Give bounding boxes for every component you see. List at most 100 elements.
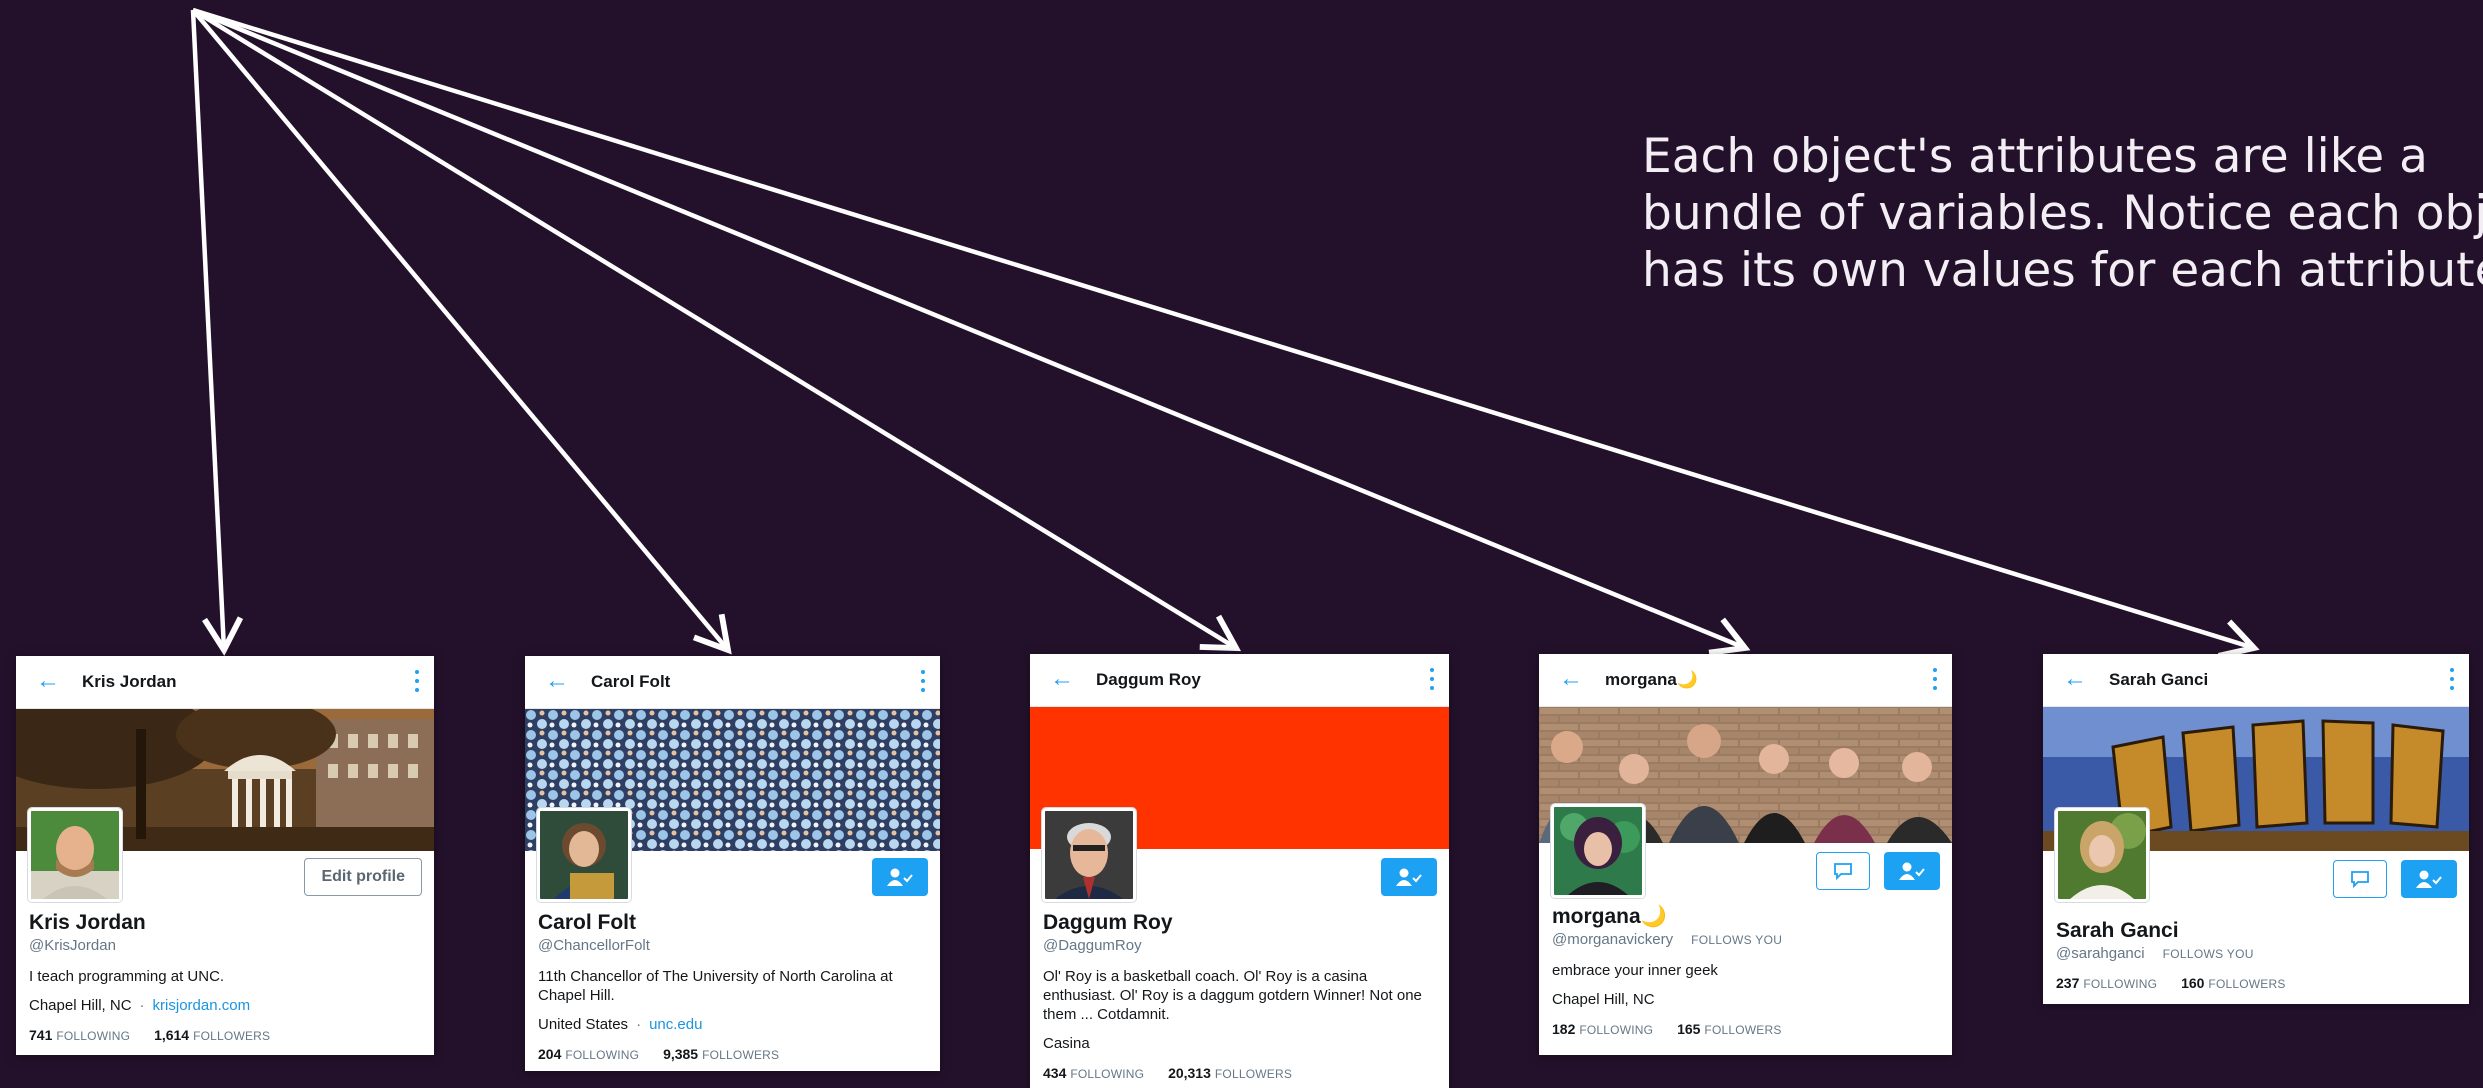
followers-count[interactable]: 20,313 <box>1168 1065 1211 1081</box>
back-arrow-icon[interactable]: ← <box>2063 665 2087 693</box>
topbar-name: morgana🌙 <box>1605 670 1698 689</box>
topbar-name: Daggum Roy <box>1096 670 1201 689</box>
profile-location: Chapel Hill, NC <box>1552 991 1655 1008</box>
following-count[interactable]: 237 <box>2056 975 2079 991</box>
profile-stats: 204 FOLLOWING 9,385 FOLLOWERS <box>538 1046 928 1062</box>
topbar-name: Kris Jordan <box>82 672 177 691</box>
profile-name: Sarah Ganci <box>2056 919 2179 942</box>
follows-you-badge: FOLLOWS YOU <box>1691 933 1783 947</box>
profile-link[interactable]: krisjordan.com <box>153 997 251 1014</box>
more-vertical-icon[interactable] <box>1429 666 1435 692</box>
avatar[interactable] <box>28 808 122 902</box>
profile-stats: 182 FOLLOWING 165 FOLLOWERS <box>1552 1021 1940 1037</box>
profile-handle: @KrisJordan <box>29 937 116 954</box>
back-arrow-icon[interactable]: ← <box>1559 665 1583 693</box>
more-vertical-icon[interactable] <box>2449 666 2455 692</box>
profile-topbar: ← Sarah Ganci <box>2043 654 2469 707</box>
followers-count[interactable]: 160 <box>2181 975 2204 991</box>
arrow-to-sarah-ganci <box>192 7 2260 659</box>
back-arrow-icon[interactable]: ← <box>545 667 569 695</box>
follows-you-badge: FOLLOWS YOU <box>2162 947 2254 961</box>
profile-bio: 11th Chancellor of The University of Nor… <box>538 968 893 1004</box>
profile-card-daggum-roy: ← Daggum Roy Daggum Roy @DaggumRoy Ol' R… <box>1030 654 1449 1088</box>
following-label: FOLLOWING <box>2083 977 2158 991</box>
profile-location: Chapel Hill, NC <box>29 997 132 1014</box>
followers-label: FOLLOWERS <box>2208 977 2286 991</box>
profile-bio: embrace your inner geek <box>1552 962 1718 979</box>
profile-name: morgana🌙 <box>1552 905 1667 928</box>
profile-stats: 741 FOLLOWING 1,614 FOLLOWERS <box>29 1027 422 1043</box>
following-user-icon <box>887 868 913 886</box>
following-count[interactable]: 741 <box>29 1027 52 1043</box>
following-count[interactable]: 434 <box>1043 1065 1066 1081</box>
topbar-name: Sarah Ganci <box>2109 670 2209 689</box>
following-button[interactable] <box>2401 860 2457 898</box>
following-label: FOLLOWING <box>565 1048 640 1062</box>
arrow-to-kris-jordan <box>190 9 244 656</box>
following-label: FOLLOWING <box>1070 1067 1145 1081</box>
profile-name: Daggum Roy <box>1043 911 1173 934</box>
profile-stats: 237 FOLLOWING 160 FOLLOWERS <box>2056 975 2457 991</box>
followers-count[interactable]: 9,385 <box>663 1046 698 1062</box>
profile-handle: @ChancellorFolt <box>538 937 650 954</box>
message-button[interactable] <box>2333 860 2387 898</box>
location-row: Chapel Hill, NC · krisjordan.com <box>29 997 251 1014</box>
following-count[interactable]: 204 <box>538 1046 561 1062</box>
profile-stats: 434 FOLLOWING 20,313 FOLLOWERS <box>1043 1065 1437 1081</box>
profile-name: Carol Folt <box>538 911 636 934</box>
profile-topbar: ← Kris Jordan <box>16 656 434 709</box>
following-label: FOLLOWING <box>56 1029 131 1043</box>
caption-text: Each object's attributes are like a bund… <box>1642 128 2483 299</box>
profile-topbar: ← Daggum Roy <box>1030 654 1449 707</box>
location-row: United States · unc.edu <box>538 1016 703 1033</box>
back-arrow-icon[interactable]: ← <box>36 667 60 695</box>
followers-count[interactable]: 165 <box>1677 1021 1700 1037</box>
edit-profile-button[interactable]: Edit profile <box>304 858 422 896</box>
profile-topbar: ← Carol Folt <box>525 656 940 709</box>
arrow-to-daggum-roy <box>191 8 1242 652</box>
following-user-icon <box>1899 862 1925 880</box>
profile-handle: @morganavickery <box>1552 931 1674 948</box>
profile-card-sarah-ganci: ← Sarah Ganci Sarah Ganci @sarahganci FO… <box>2043 654 2469 1004</box>
following-button[interactable] <box>1884 852 1940 890</box>
profile-card-kris-jordan: ← Kris Jordan Edit profile Kris Jordan @… <box>16 656 434 1055</box>
followers-label: FOLLOWERS <box>702 1048 780 1062</box>
following-button[interactable] <box>1381 858 1437 896</box>
profile-location: United States <box>538 1016 629 1033</box>
location-row: Casina <box>1043 1034 1437 1053</box>
arrow-to-carol-folt <box>191 8 732 655</box>
avatar[interactable] <box>1551 804 1645 898</box>
profile-link[interactable]: unc.edu <box>649 1016 702 1033</box>
following-button[interactable] <box>872 858 928 896</box>
caption-line: bundle of variables. Notice each object <box>1642 186 2483 241</box>
followers-count[interactable]: 1,614 <box>154 1027 189 1043</box>
profile-card-carol-folt: ← Carol Folt Carol Folt @ChancellorFolt … <box>525 656 940 1071</box>
profile-topbar: ← morgana🌙 <box>1539 654 1952 707</box>
more-vertical-icon[interactable] <box>1932 666 1938 692</box>
profile-name: Kris Jordan <box>29 911 146 934</box>
avatar[interactable] <box>537 808 631 902</box>
message-button[interactable] <box>1816 852 1870 890</box>
more-vertical-icon[interactable] <box>414 668 420 694</box>
profile-handle: @DaggumRoy <box>1043 937 1142 954</box>
topbar-name: Carol Folt <box>591 672 671 691</box>
profile-bio: I teach programming at UNC. <box>29 968 225 985</box>
more-vertical-icon[interactable] <box>920 668 926 694</box>
location-row: Chapel Hill, NC <box>1552 990 1940 1009</box>
message-icon <box>1834 863 1852 880</box>
following-label: FOLLOWING <box>1579 1023 1654 1037</box>
profile-handle: @sarahganci <box>2056 945 2145 962</box>
caption-line: Each object's attributes are like a <box>1642 129 2428 184</box>
following-count[interactable]: 182 <box>1552 1021 1575 1037</box>
profile-location: Casina <box>1043 1035 1090 1052</box>
followers-label: FOLLOWERS <box>1704 1023 1782 1037</box>
profile-card-morgana: ← morgana🌙 morgana🌙 @morganavickery FOLL… <box>1539 654 1952 1055</box>
caption-line: has its own values for each attribute. <box>1642 243 2483 298</box>
avatar[interactable] <box>1042 808 1136 902</box>
avatar[interactable] <box>2055 808 2149 902</box>
followers-label: FOLLOWERS <box>1214 1067 1293 1081</box>
back-arrow-icon[interactable]: ← <box>1050 665 1074 693</box>
arrow-to-morgana <box>192 7 1751 656</box>
following-user-icon <box>2416 870 2442 888</box>
followers-label: FOLLOWERS <box>193 1029 271 1043</box>
